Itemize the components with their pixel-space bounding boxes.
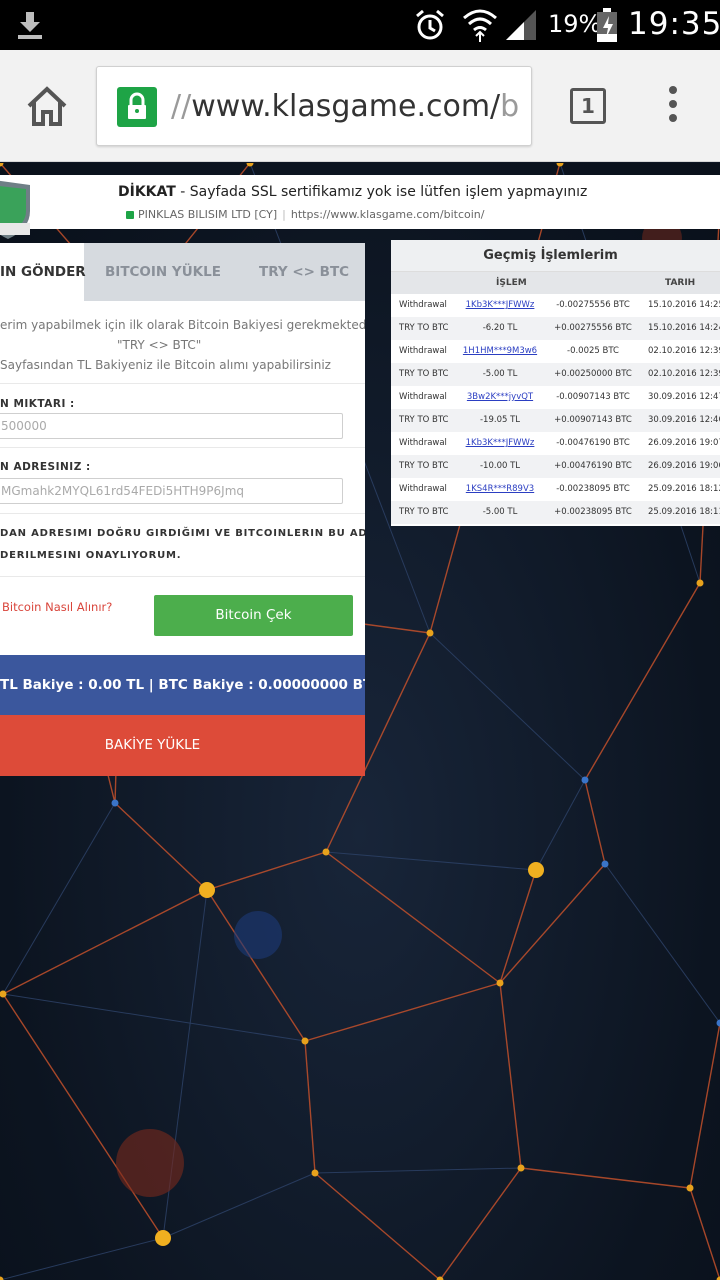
- table-row: Withdrawal 1Kb3K***JFWWz -0.00476190 BTC 26…: [391, 432, 720, 455]
- column-header-tarih: TARIH: [665, 278, 696, 288]
- page-content: DİKKAT - Sayfada SSL sertifikamız yok is…: [0, 163, 720, 1280]
- cell-date: 25.09.2016 18:12: [648, 484, 720, 494]
- transaction-history: Geçmiş İşlemlerim İŞLEM TARIH Withdrawal…: [391, 240, 720, 526]
- cell-type: Withdrawal: [399, 438, 447, 448]
- tab-bitcoin-topup[interactable]: BITCOIN YÜKLE: [105, 243, 221, 301]
- amount-label: N MIKTARI :: [0, 398, 75, 410]
- ssl-notice: DİKKAT - Sayfada SSL sertifikamız yok is…: [0, 175, 720, 239]
- notice-subtitle: PINKLAS BILISIM LTD [CY] | https://www.kla…: [126, 208, 484, 221]
- cell-type: Withdrawal: [399, 392, 447, 402]
- cell-detail: -19.05 TL: [479, 415, 521, 425]
- cell-amount: +0.00907143 BTC: [554, 415, 632, 425]
- alarm-icon: [416, 9, 444, 40]
- cell-amount: +0.00250000 BTC: [554, 369, 632, 379]
- download-icon: [18, 12, 42, 39]
- table-row: Withdrawal 1H1HM***9M3w6 -0.0025 BTC 02.10.…: [391, 340, 720, 363]
- cell-amount: +0.00476190 BTC: [554, 461, 632, 471]
- table-row: TRY TO BTC -6.20 TL +0.00275556 BTC 15.10.2…: [391, 317, 720, 340]
- tab-try-btc[interactable]: TRY <> BTC: [259, 243, 349, 301]
- table-row: Withdrawal 1KS4R***R89V3 -0.00238095 BTC 25…: [391, 478, 720, 501]
- cell-date: 02.10.2016 12:39: [648, 369, 720, 379]
- ssl-shield-icon: [0, 180, 30, 239]
- address-input[interactable]: MGmahk2MYQL61rd54FEDi5HTH9P6Jmq: [0, 478, 343, 504]
- status-bar: 19% 19:35: [0, 0, 720, 50]
- history-title: Geçmiş İşlemlerim: [391, 240, 720, 272]
- cell-detail: -5.00 TL: [482, 369, 518, 379]
- cell-detail: -6.20 TL: [482, 323, 518, 333]
- cell-amount: -0.00907143 BTC: [556, 392, 630, 402]
- cell-detail[interactable]: 1Kb3K***JFWWz: [466, 438, 535, 448]
- cell-detail[interactable]: 3Bw2K***jyvQT: [467, 392, 533, 402]
- address-label: N ADRESINIZ :: [0, 461, 91, 473]
- cell-detail[interactable]: 1KS4R***R89V3: [466, 484, 534, 494]
- cell-type: TRY TO BTC: [399, 507, 449, 517]
- home-icon[interactable]: [24, 84, 70, 128]
- clock: 19:35: [628, 6, 720, 42]
- cell-date: 26.09.2016 19:07: [648, 438, 720, 448]
- topup-balance-button[interactable]: BAKİYE YÜKLE: [0, 715, 365, 776]
- cell-amount: -0.0025 BTC: [567, 346, 619, 356]
- browser-toolbar: //www.klasgame.com/b 1: [0, 50, 720, 162]
- cell-type: Withdrawal: [399, 346, 447, 356]
- lock-icon: [126, 211, 134, 219]
- table-row: Withdrawal 1Kb3K***JFWWz -0.00275556 BTC 15…: [391, 294, 720, 317]
- info-text: erim yapabilmek için ilk olarak Bitcoin …: [0, 318, 365, 372]
- overflow-menu-icon[interactable]: [660, 86, 686, 126]
- cell-amount: +0.00275556 BTC: [554, 323, 632, 333]
- cell-type: TRY TO BTC: [399, 415, 449, 425]
- column-header-islem: İŞLEM: [496, 278, 527, 288]
- table-row: TRY TO BTC -19.05 TL +0.00907143 BTC 30.09.…: [391, 409, 720, 432]
- cell-type: Withdrawal: [399, 484, 447, 494]
- wifi-icon: [463, 9, 497, 42]
- cell-date: 02.10.2016 12:39: [648, 346, 720, 356]
- battery-percent: 19%: [548, 10, 602, 38]
- signal-icon: [506, 10, 536, 40]
- confirm-checkbox-label[interactable]: DAN ADRESIMI DOĞRU GIRDIĞIMI VE BITCOINL…: [0, 523, 365, 567]
- form-tabs: IN GÖNDER BITCOIN YÜKLE TRY <> BTC: [0, 243, 365, 301]
- amount-input[interactable]: 500000: [0, 413, 343, 439]
- balance-bar: TL Bakiye : 0.00 TL | BTC Bakiye : 0.000…: [0, 655, 365, 715]
- cell-date: 15.10.2016 14:25: [648, 300, 720, 310]
- how-to-buy-link[interactable]: Bitcoin Nasıl Alınır?: [2, 600, 112, 614]
- cell-type: Withdrawal: [399, 300, 447, 310]
- cell-date: 30.09.2016 12:47: [648, 392, 720, 402]
- table-row: TRY TO BTC -10.00 TL +0.00476190 BTC 26.09.…: [391, 455, 720, 478]
- url-text: //www.klasgame.com/b: [171, 89, 520, 124]
- notice-title: DİKKAT - Sayfada SSL sertifikamız yok is…: [118, 184, 588, 200]
- tab-bitcoin-send[interactable]: IN GÖNDER: [0, 243, 86, 301]
- cell-detail: -10.00 TL: [479, 461, 521, 471]
- tab-switcher-icon[interactable]: 1: [570, 88, 606, 124]
- cell-date: 15.10.2016 14:24: [648, 323, 720, 333]
- withdraw-bitcoin-button[interactable]: Bitcoin Çek: [154, 595, 353, 636]
- cell-amount: -0.00275556 BTC: [556, 300, 630, 310]
- cell-date: 26.09.2016 19:06: [648, 461, 720, 471]
- cell-date: 25.09.2016 18:11: [648, 507, 720, 517]
- lock-icon[interactable]: [117, 87, 157, 127]
- address-bar[interactable]: //www.klasgame.com/b: [96, 66, 532, 146]
- table-row: TRY TO BTC -5.00 TL +0.00250000 BTC 02.10.2…: [391, 363, 720, 386]
- cell-type: TRY TO BTC: [399, 461, 449, 471]
- history-header: İŞLEM TARIH: [391, 272, 720, 294]
- cell-type: TRY TO BTC: [399, 323, 449, 333]
- cell-amount: -0.00238095 BTC: [556, 484, 630, 494]
- cell-type: TRY TO BTC: [399, 369, 449, 379]
- cell-amount: -0.00476190 BTC: [556, 438, 630, 448]
- cell-detail[interactable]: 1Kb3K***JFWWz: [466, 300, 535, 310]
- cell-detail: -5.00 TL: [482, 507, 518, 517]
- cell-detail[interactable]: 1H1HM***9M3w6: [463, 346, 537, 356]
- table-row: TRY TO BTC -5.00 TL +0.00238095 BTC 25.09.2…: [391, 501, 720, 524]
- cell-amount: +0.00238095 BTC: [554, 507, 632, 517]
- cell-date: 30.09.2016 12:46: [648, 415, 720, 425]
- table-row: Withdrawal 3Bw2K***jyvQT -0.00907143 BTC 30…: [391, 386, 720, 409]
- battery-charging-icon: [597, 8, 617, 42]
- bitcoin-form-panel: IN GÖNDER BITCOIN YÜKLE TRY <> BTC erim …: [0, 243, 365, 776]
